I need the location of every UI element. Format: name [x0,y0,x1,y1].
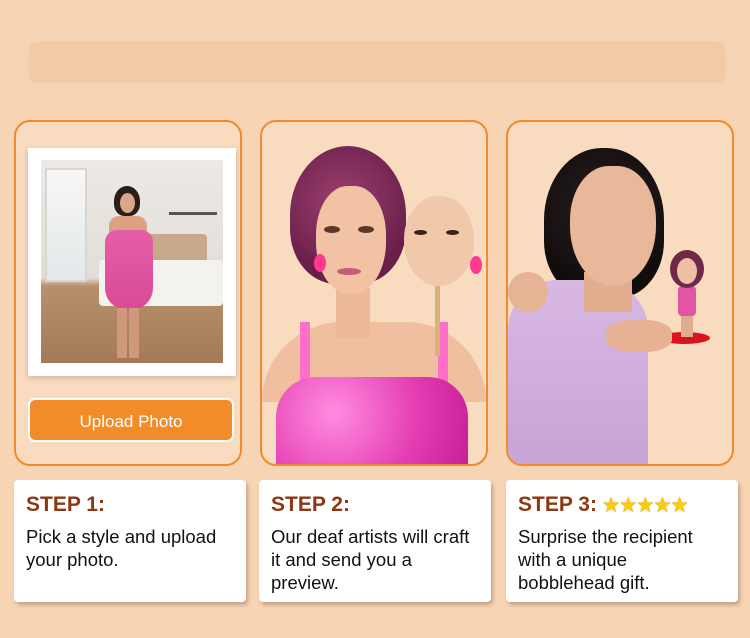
top-banner-bar [30,42,725,80]
upload-photo-button[interactable]: Upload Photo [28,398,234,442]
person-legs [117,308,139,358]
five-star-rating-icon: ★★★★★ [602,495,689,515]
step2-card: STEP 2: Our deaf artists will craft it a… [259,480,491,602]
room-shelf [169,212,217,215]
step1-text: Pick a style and upload your photo. [26,526,217,570]
step3-card: STEP 3: ★★★★★ Surprise the recipient with… [506,480,738,602]
sculpt-stick [435,286,440,356]
step3-text: Surprise the recipient with a unique bob… [518,526,693,593]
doll-neck [336,288,370,338]
sculpted-eye-right [446,230,459,235]
step2-text: Our deaf artists will craft it and send … [271,526,470,593]
step3-title: STEP 3: [518,493,597,516]
bobblehead-body [678,286,696,316]
sculpted-earring [470,256,482,274]
step3-image-card [506,120,734,466]
step3-title-row: STEP 3: ★★★★★ [518,492,726,518]
woman-shoulder [508,272,548,312]
doll-earring [314,254,326,272]
step2-image-card [260,120,488,466]
bobblehead-face [677,258,697,284]
doll-face [316,186,386,294]
bobblehead-legs [681,315,693,337]
doll-eye-right [358,226,374,233]
sculpted-eye-left [414,230,427,235]
step1-card: STEP 1: Pick a style and upload your pho… [14,480,246,602]
doll-sequin-dress [276,377,468,464]
doll-lips [337,268,361,275]
woman-face [570,166,656,286]
customer-photo [41,160,223,363]
doll-eye-left [324,226,340,233]
step1-image-card: Upload Photo [14,120,242,466]
customer-photo-frame [28,148,236,376]
woman-hand [606,320,672,352]
step2-title: STEP 2: [271,493,350,516]
person-pink-dress [105,230,153,310]
step1-title: STEP 1: [26,493,105,516]
person-face [120,193,135,213]
sculpted-head [404,196,474,286]
room-window [45,168,87,282]
